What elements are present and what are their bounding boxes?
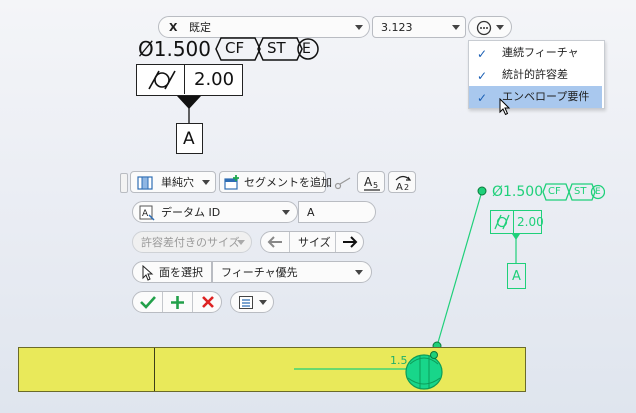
ok-button[interactable]	[133, 292, 162, 312]
model-datum-letter: A	[512, 269, 521, 284]
feature-priority-dropdown[interactable]: フィーチャ優先	[212, 261, 372, 283]
simple-hole-icon	[137, 176, 153, 190]
arrow-left-icon	[267, 236, 282, 248]
hole-type-dropdown[interactable]: 単純穴	[130, 171, 216, 193]
select-face-label: 面を選択	[159, 266, 203, 279]
datum-id-label: データム ID	[161, 206, 221, 219]
model-dimension-text: 1.5	[390, 354, 408, 367]
options-menu: ✓ 連続フィーチャ ✓ 統計的許容差 ✓ エンベロープ要件	[468, 40, 605, 109]
datum-leader	[177, 96, 201, 124]
modifier-st: ST	[267, 39, 286, 57]
model-cylindricity-icon	[494, 214, 510, 230]
tolerance-value: 2.00	[194, 69, 235, 90]
chevron-down-icon	[237, 240, 245, 245]
options-dropdown-button[interactable]	[230, 291, 274, 313]
arrow-right-icon	[343, 236, 358, 248]
axis-mode-dropdown[interactable]: X 既定	[158, 16, 370, 38]
modifier-cf: CF	[225, 39, 245, 57]
hole-feature[interactable]	[290, 342, 450, 392]
numeric-value-dropdown[interactable]: 3.123	[372, 16, 466, 38]
svg-text:A: A	[364, 175, 373, 189]
chevron-down-icon	[259, 300, 267, 305]
text-rotate-button[interactable]: A 2	[388, 171, 416, 193]
datum-frame: A	[176, 123, 203, 154]
checkmark-icon	[140, 296, 156, 309]
chevron-down-icon	[282, 210, 290, 215]
model-datum-frame: A	[507, 263, 526, 289]
toolbar-grip[interactable]	[120, 173, 128, 193]
model-modifier-e: E	[595, 187, 601, 197]
model-modifier-st: ST	[574, 186, 587, 197]
checkmark-icon: ✓	[477, 91, 488, 105]
leader-icon	[334, 177, 351, 190]
menu-item-envelope-requirement[interactable]: ✓ エンベロープ要件	[469, 86, 602, 108]
action-group	[132, 291, 222, 313]
svg-text:A: A	[142, 209, 149, 219]
axis-label: X	[169, 21, 178, 34]
size-label: サイズ	[298, 236, 331, 249]
model-datum-leader	[512, 234, 520, 264]
plus-icon	[171, 296, 184, 309]
numeric-value: 3.123	[381, 21, 413, 34]
checkmark-icon: ✓	[477, 47, 488, 61]
chevron-down-icon	[496, 25, 504, 30]
datum-value-field[interactable]: A	[298, 201, 376, 223]
leader-button[interactable]	[330, 171, 354, 193]
datum-id-dropdown[interactable]: A データム ID	[132, 201, 298, 223]
model-tolerance-value: 2.00	[517, 215, 544, 229]
svg-text:2: 2	[404, 183, 409, 192]
menu-item-statistical-tolerance[interactable]: ✓ 統計的許容差	[469, 64, 602, 86]
previous-button[interactable]	[261, 232, 289, 252]
checkmark-icon: ✓	[477, 69, 488, 83]
feature-priority-value: フィーチャ優先	[221, 266, 298, 279]
close-icon	[202, 296, 214, 308]
svg-text:A: A	[396, 182, 403, 192]
chevron-down-icon	[355, 25, 363, 30]
datum-id-icon: A	[139, 205, 155, 221]
add-segment-icon	[224, 175, 239, 190]
model-dimension-value: Ø1.500	[492, 184, 544, 200]
menu-item-continuous-feature[interactable]: ✓ 連続フィーチャ	[469, 42, 602, 64]
select-face-button[interactable]: 面を選択	[132, 261, 212, 283]
text-format-button[interactable]: A 5	[357, 171, 385, 193]
toleranced-size-dropdown[interactable]: 許容差付きのサイズ	[132, 231, 252, 253]
rotate-text-icon: A 2	[395, 175, 412, 192]
chevron-down-icon	[355, 270, 363, 275]
cylindricity-icon	[148, 70, 176, 90]
toleranced-size-label: 許容差付きのサイズ	[141, 236, 240, 249]
more-options-button[interactable]	[468, 16, 512, 38]
cancel-button[interactable]	[193, 292, 222, 312]
mode-value: 既定	[189, 21, 211, 34]
datum-letter: A	[183, 129, 195, 149]
hole-type-value: 単純穴	[161, 176, 194, 189]
mouse-cursor-icon	[499, 98, 511, 116]
size-nav-group: サイズ	[260, 231, 364, 253]
chevron-down-icon	[202, 180, 210, 185]
modifier-e: E	[302, 41, 311, 57]
apply-button[interactable]	[163, 292, 192, 312]
add-segment-button[interactable]: セグメントを追加	[219, 171, 332, 193]
model-feature-control-frame: 2.00	[490, 210, 544, 234]
chevron-down-icon	[452, 25, 460, 30]
svg-text:5: 5	[373, 181, 378, 190]
model-modifier-cf: CF	[548, 186, 561, 197]
list-icon	[239, 296, 253, 309]
datum-value: A	[307, 206, 315, 219]
dimension-value: Ø1.500	[138, 37, 211, 61]
next-button[interactable]	[336, 232, 364, 252]
cursor-select-icon	[142, 265, 154, 281]
add-segment-label: セグメントを追加	[244, 176, 332, 189]
text-underline-icon: A 5	[364, 175, 380, 191]
feature-control-frame: 2.00	[136, 64, 243, 96]
ellipsis-circle-icon	[476, 20, 492, 36]
